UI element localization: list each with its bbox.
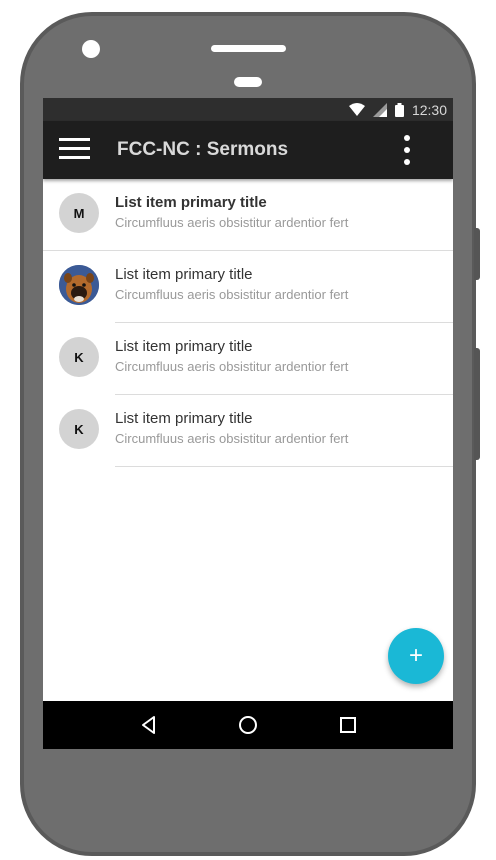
list-item[interactable]: K List item primary title Circumfluus ae… bbox=[43, 395, 453, 467]
avatar-photo bbox=[59, 265, 99, 305]
earpiece-speaker bbox=[211, 45, 286, 52]
home-icon[interactable] bbox=[236, 713, 260, 737]
hamburger-menu-icon[interactable] bbox=[59, 138, 91, 162]
list-item-subtitle: Circumfluus aeris obsistitur ardentior f… bbox=[115, 287, 349, 302]
app-bar: FCC-NC : Sermons bbox=[43, 121, 453, 179]
list-item-title: List item primary title bbox=[115, 410, 253, 427]
list-item[interactable]: List item primary title Circumfluus aeri… bbox=[43, 251, 453, 323]
dog-photo-icon bbox=[59, 265, 99, 305]
avatar: K bbox=[59, 409, 99, 449]
list-item[interactable]: K List item primary title Circumfluus ae… bbox=[43, 323, 453, 395]
battery-icon bbox=[394, 102, 404, 117]
proximity-sensor bbox=[234, 77, 262, 87]
status-bar: 12:30 bbox=[43, 98, 453, 121]
back-icon[interactable] bbox=[137, 713, 161, 737]
app-title: FCC-NC : Sermons bbox=[117, 139, 289, 160]
system-nav-bar bbox=[43, 701, 453, 749]
list-item-subtitle: Circumfluus aeris obsistitur ardentior f… bbox=[115, 431, 349, 446]
wifi-icon bbox=[348, 102, 365, 116]
status-time: 12:30 bbox=[411, 101, 447, 118]
volume-button bbox=[474, 348, 480, 460]
recents-icon[interactable] bbox=[336, 713, 360, 737]
list-item-title: List item primary title bbox=[115, 194, 267, 211]
list-item-subtitle: Circumfluus aeris obsistitur ardentior f… bbox=[115, 215, 349, 230]
list-item-subtitle: Circumfluus aeris obsistitur ardentior f… bbox=[115, 359, 349, 374]
list-item[interactable]: M List item primary title Circumfluus ae… bbox=[43, 179, 453, 251]
sermon-list: M List item primary title Circumfluus ae… bbox=[43, 179, 453, 467]
front-camera bbox=[82, 40, 100, 58]
screen: 12:30 FCC-NC : Sermons M List item prima… bbox=[43, 98, 453, 749]
signal-icon bbox=[372, 102, 387, 117]
divider bbox=[115, 466, 453, 467]
more-vert-icon[interactable] bbox=[398, 133, 416, 167]
add-icon: + bbox=[408, 642, 423, 669]
add-fab-button[interactable]: + bbox=[388, 628, 444, 684]
list-item-title: List item primary title bbox=[115, 338, 253, 355]
avatar: M bbox=[59, 193, 99, 233]
avatar: K bbox=[59, 337, 99, 377]
power-button bbox=[474, 228, 480, 280]
list-item-title: List item primary title bbox=[115, 266, 253, 283]
